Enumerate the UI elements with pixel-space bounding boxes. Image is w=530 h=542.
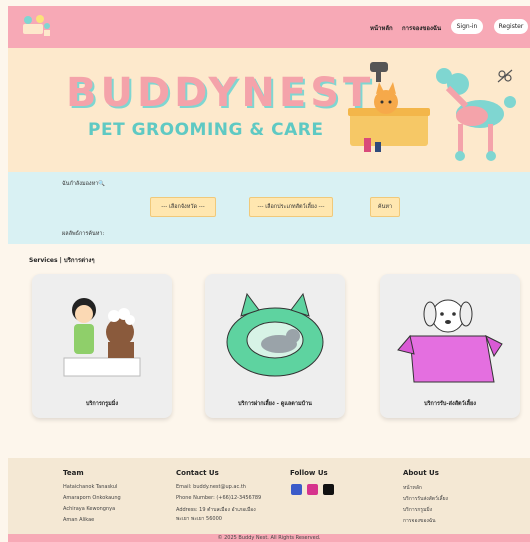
buddynest-logo[interactable] — [20, 10, 54, 42]
services-title: Services | บริการต่างๆ — [29, 257, 95, 264]
brand-tagline: PET GROOMING & CARE — [88, 120, 324, 140]
about-link[interactable]: การจองของฉัน — [403, 517, 436, 525]
contact-phone: Phone Number: (+66)12-3456789 — [176, 495, 262, 501]
instagram-icon[interactable] — [307, 484, 318, 495]
site-footer: Team Hataichanok Tanaskul Amaraporn Onko… — [8, 458, 530, 534]
nav-home-link[interactable]: หน้าหลัก — [370, 23, 393, 33]
province-select[interactable]: --- เลือกจังหวัด --- — [150, 197, 216, 217]
team-member: Achiraya Kewongnya — [63, 506, 116, 512]
footer-team-title: Team — [63, 469, 84, 477]
results-label: ผลลัพธ์การค้นหา: — [62, 231, 105, 237]
service-card-label: บริการกรูมมิ่ง — [85, 401, 119, 407]
team-member: Hataichanok Tanaskul — [63, 484, 118, 490]
copyright-text: © 2025 Buddy Nest. All Rights Reserved. — [217, 535, 321, 541]
register-button[interactable]: Register — [494, 19, 528, 34]
contact-email: Email: buddy.nest@up.ac.th — [176, 484, 246, 490]
grooming-illustration — [63, 298, 141, 377]
service-card-label: บริการฝากเลี้ยง - ดูแลตามบ้าน — [238, 401, 312, 407]
about-link[interactable]: บริการกรูมมิ่ง — [403, 506, 432, 514]
search-section: ฉันกำลังมองหา🔍 --- เลือกจังหวัด --- --- … — [8, 172, 530, 244]
team-member: Aman Alikae — [63, 517, 95, 523]
contact-address-line: Address: 19 ตำบลเมือง อำเภอเมือง — [176, 507, 256, 513]
facebook-icon[interactable] — [291, 484, 302, 495]
grooming-scene-illustration — [348, 62, 516, 161]
hero-banner: BUDDYNEST PET GROOMING & CARE — [8, 48, 530, 172]
x-icon[interactable] — [323, 484, 334, 495]
search-heading: ฉันกำลังมองหา🔍 — [62, 181, 106, 187]
nav-my-bookings-link[interactable]: การจองของฉัน — [402, 23, 441, 33]
service-card-grooming[interactable]: บริการกรูมมิ่ง — [32, 274, 172, 418]
copyright-bar: © 2025 Buddy Nest. All Rights Reserved. — [8, 534, 530, 542]
footer-follow-title: Follow Us — [290, 469, 328, 477]
footer-about-title: About Us — [403, 469, 439, 477]
dog-box-illustration — [397, 299, 503, 383]
service-card-pet-transport[interactable]: บริการรับ-ส่งสัตว์เลี้ยง — [380, 274, 520, 418]
signin-button[interactable]: Sign-in — [451, 19, 483, 34]
team-member: Amaraporn Onkokaung — [63, 495, 121, 501]
about-link[interactable]: บริการรับส่งสัตว์เลี้ยง — [403, 495, 448, 503]
pet-type-select[interactable]: --- เลือกประเภทสัตว์เลี้ยง --- — [249, 197, 333, 217]
footer-contact-title: Contact Us — [176, 469, 219, 477]
service-card-pet-sitting[interactable]: บริการฝากเลี้ยง - ดูแลตามบ้าน — [205, 274, 345, 418]
top-navbar: หน้าหลัก การจองของฉัน Sign-in Register — [8, 6, 530, 48]
contact-address-line: พะเยา พะเยา 56000 — [176, 516, 222, 522]
brand-title: BUDDYNEST — [66, 70, 375, 116]
search-button[interactable]: ค้นหา — [370, 197, 400, 217]
service-card-label: บริการรับ-ส่งสัตว์เลี้ยง — [424, 401, 476, 407]
about-link[interactable]: หน้าหลัก — [403, 484, 422, 492]
cat-bed-illustration — [226, 292, 324, 377]
